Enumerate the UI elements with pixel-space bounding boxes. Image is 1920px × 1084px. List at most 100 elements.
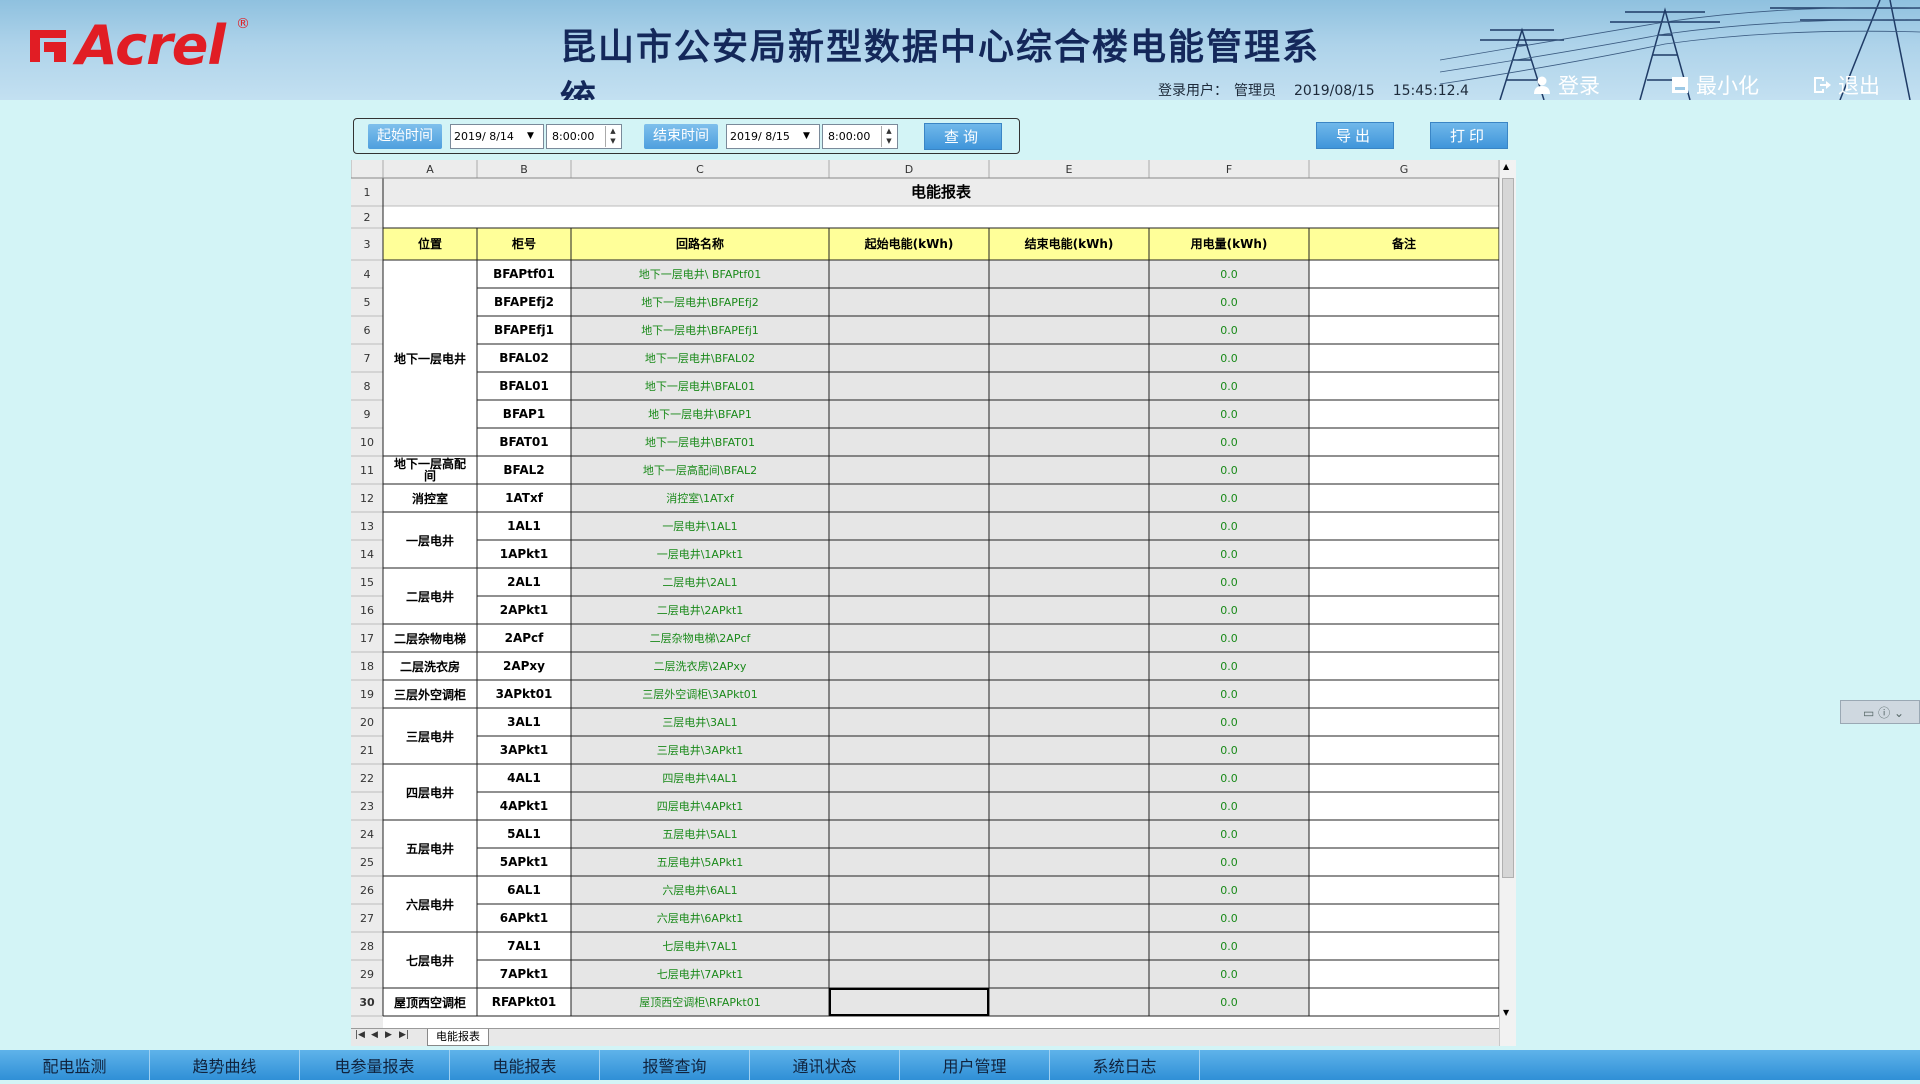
- nav-item-1[interactable]: 趋势曲线: [150, 1050, 300, 1080]
- cabinet-no: BFAT01: [499, 435, 548, 449]
- end-energy-cell[interactable]: [989, 932, 1149, 960]
- nav-item-2[interactable]: 电参量报表: [300, 1050, 450, 1080]
- vertical-scrollbar[interactable]: ▲ ▼: [1499, 160, 1516, 1046]
- start-time-label: 起始时间: [368, 124, 442, 149]
- start-energy-cell[interactable]: [829, 708, 989, 736]
- end-energy-cell[interactable]: [989, 960, 1149, 988]
- nav-item-0[interactable]: 配电监测: [0, 1050, 150, 1080]
- row-number: 13: [360, 520, 374, 533]
- print-button[interactable]: 打印: [1430, 122, 1508, 149]
- start-energy-cell[interactable]: [829, 736, 989, 764]
- start-energy-cell[interactable]: [829, 400, 989, 428]
- spinner-arrows-icon[interactable]: ▲ ▼: [881, 126, 896, 147]
- end-energy-cell[interactable]: [989, 400, 1149, 428]
- login-button[interactable]: 登录: [1532, 72, 1600, 98]
- end-energy-cell[interactable]: [989, 652, 1149, 680]
- end-time-spinner[interactable]: 8:00:00 ▲ ▼: [822, 124, 898, 149]
- end-energy-cell[interactable]: [989, 372, 1149, 400]
- start-energy-cell[interactable]: [829, 288, 989, 316]
- end-energy-cell[interactable]: [989, 568, 1149, 596]
- nav-item-7[interactable]: 系统日志: [1050, 1050, 1200, 1080]
- end-energy-cell[interactable]: [989, 484, 1149, 512]
- scroll-up-icon[interactable]: ▲: [1503, 162, 1509, 171]
- end-time-label: 结束时间: [644, 124, 718, 149]
- sheet-grid[interactable]: A B C D E F G 电能报表位置 柜号 回路名称 起始电能(kWh) 结束电能(kWh) 用电量…: [351, 160, 1499, 1028]
- start-energy-cell[interactable]: [829, 260, 989, 288]
- start-energy-cell[interactable]: [829, 876, 989, 904]
- energy-report-sheet[interactable]: A B C D E F G 电能报表 位置 柜号 回路名称 起始电能(kWh) 结束电能(kWh) 用电量…: [351, 160, 1515, 1046]
- end-energy-cell[interactable]: [989, 736, 1149, 764]
- end-energy-cell[interactable]: [989, 512, 1149, 540]
- export-button[interactable]: 导出: [1316, 122, 1394, 149]
- end-energy-cell[interactable]: [989, 344, 1149, 372]
- start-energy-cell[interactable]: [829, 596, 989, 624]
- start-energy-cell[interactable]: [829, 316, 989, 344]
- start-energy-cell[interactable]: [829, 512, 989, 540]
- start-energy-cell[interactable]: [829, 848, 989, 876]
- query-button[interactable]: 查询: [924, 123, 1002, 150]
- end-energy-cell[interactable]: [989, 260, 1149, 288]
- start-energy-cell[interactable]: [829, 568, 989, 596]
- row-number: 8: [364, 380, 371, 393]
- start-energy-cell[interactable]: [829, 820, 989, 848]
- circuit-name: 地下一层电井\BFAT01: [645, 435, 755, 449]
- end-energy-cell[interactable]: [989, 820, 1149, 848]
- start-energy-cell[interactable]: [829, 932, 989, 960]
- end-energy-cell[interactable]: [989, 904, 1149, 932]
- start-energy-cell[interactable]: [829, 764, 989, 792]
- chevron-down-icon[interactable]: ▼: [803, 125, 810, 148]
- logout-button[interactable]: 退出: [1812, 72, 1880, 98]
- start-energy-cell[interactable]: [829, 988, 989, 1016]
- nav-item-6[interactable]: 用户管理: [900, 1050, 1050, 1080]
- end-energy-cell[interactable]: [989, 708, 1149, 736]
- minimize-button[interactable]: 最小化: [1670, 72, 1759, 98]
- side-help-widget[interactable]: ▭ ⓘ ⌄: [1840, 700, 1920, 724]
- row-number: 4: [364, 268, 371, 281]
- start-energy-cell[interactable]: [829, 904, 989, 932]
- scrollbar-thumb[interactable]: [1502, 178, 1514, 878]
- end-energy-cell[interactable]: [989, 680, 1149, 708]
- cabinet-no: 1AL1: [507, 519, 541, 533]
- tab-energy-report[interactable]: 电能报表: [427, 1029, 489, 1046]
- end-energy-cell[interactable]: [989, 288, 1149, 316]
- end-energy-cell[interactable]: [989, 764, 1149, 792]
- end-energy-cell[interactable]: [989, 540, 1149, 568]
- start-energy-cell[interactable]: [829, 792, 989, 820]
- start-energy-cell[interactable]: [829, 624, 989, 652]
- start-time-spinner[interactable]: 8:00:00 ▲ ▼: [546, 124, 622, 149]
- start-energy-cell[interactable]: [829, 960, 989, 988]
- spinner-arrows-icon[interactable]: ▲ ▼: [605, 126, 620, 147]
- end-energy-cell[interactable]: [989, 596, 1149, 624]
- circuit-name: 二层电井\2AL1: [662, 575, 737, 589]
- last-sheet-icon[interactable]: ▶|: [399, 1030, 409, 1040]
- end-energy-cell[interactable]: [989, 848, 1149, 876]
- nav-item-3[interactable]: 电能报表: [450, 1050, 600, 1080]
- start-energy-cell[interactable]: [829, 484, 989, 512]
- next-sheet-icon[interactable]: ▶: [385, 1030, 392, 1040]
- start-energy-cell[interactable]: [829, 652, 989, 680]
- scroll-down-icon[interactable]: ▼: [1503, 1008, 1509, 1017]
- end-energy-cell[interactable]: [989, 428, 1149, 456]
- chevron-down-icon[interactable]: ▼: [527, 125, 534, 148]
- end-energy-cell[interactable]: [989, 792, 1149, 820]
- end-energy-cell[interactable]: [989, 316, 1149, 344]
- location-label-13: 屋顶西空调柜: [394, 995, 466, 1010]
- prev-sheet-icon[interactable]: ◀: [371, 1030, 378, 1040]
- end-energy-cell[interactable]: [989, 876, 1149, 904]
- first-sheet-icon[interactable]: |◀: [355, 1030, 365, 1040]
- end-energy-cell[interactable]: [989, 624, 1149, 652]
- start-energy-cell[interactable]: [829, 372, 989, 400]
- nav-item-4[interactable]: 报警查询: [600, 1050, 750, 1080]
- start-energy-cell[interactable]: [829, 540, 989, 568]
- help-icon[interactable]: ▭ ⓘ ⌄: [1863, 704, 1904, 721]
- nav-item-5[interactable]: 通讯状态: [750, 1050, 900, 1080]
- end-energy-cell[interactable]: [989, 988, 1149, 1016]
- end-date-picker[interactable]: 2019/ 8/15 ▼: [726, 124, 820, 149]
- start-date-picker[interactable]: 2019/ 8/14 ▼: [450, 124, 544, 149]
- start-energy-cell[interactable]: [829, 428, 989, 456]
- start-energy-cell[interactable]: [829, 456, 989, 484]
- usage-value: 0.0: [1220, 464, 1238, 477]
- end-energy-cell[interactable]: [989, 456, 1149, 484]
- start-energy-cell[interactable]: [829, 344, 989, 372]
- start-energy-cell[interactable]: [829, 680, 989, 708]
